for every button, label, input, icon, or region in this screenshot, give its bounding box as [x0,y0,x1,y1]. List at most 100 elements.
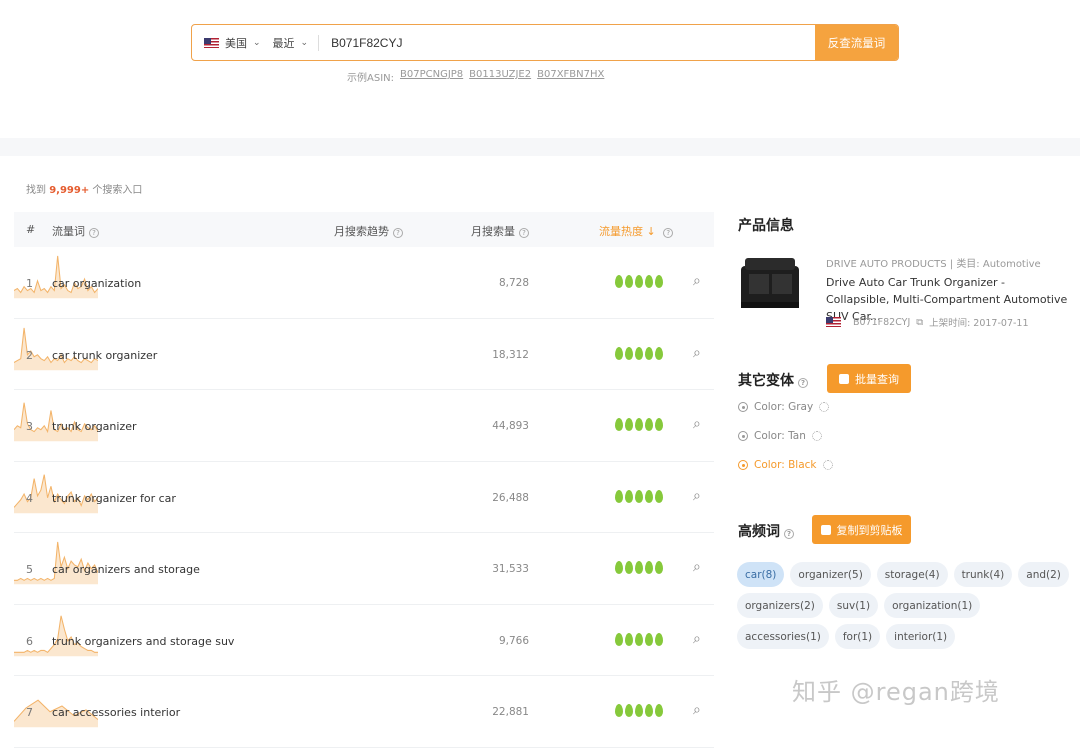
chevron-down-icon: ⌄ [253,37,261,48]
keyword-table: # 流量词? 月搜索趋势? 月搜索量? 流量热度 ↓ ? 1 car organ… [13,212,714,748]
hotword-tag[interactable]: organization(1) [884,593,981,618]
results-number: 9,999+ [49,185,90,196]
help-icon[interactable]: ? [89,228,99,238]
help-icon[interactable]: ? [784,529,794,539]
hotword-tag[interactable]: organizer(5) [790,562,871,587]
asin-input[interactable]: B071F82CYJ [319,36,815,50]
leaf-icon [615,346,623,360]
keyword[interactable]: car accessories interior [52,706,180,719]
hotword-tag[interactable]: storage(4) [876,562,948,587]
copy-icon [820,524,831,535]
example-asins: 示例ASIN: B07PCNGJP8 B0113UZJE2 B07XFBN7HX [347,69,604,84]
search-icon[interactable]: ⌕ [693,416,701,432]
keyword[interactable]: car organizers and storage [52,563,200,576]
search-icon[interactable]: ⌕ [693,345,701,361]
leaf-icon [615,632,623,646]
us-flag-icon [204,37,219,48]
reverse-search-button[interactable]: 反查流量词 [815,25,898,60]
keyword[interactable]: trunk organizer [52,420,137,433]
hotword-tag[interactable]: accessories(1) [737,624,829,649]
batch-query-label: 批量查询 [855,372,899,386]
country-select[interactable]: 美国 ⌄ [192,25,261,60]
variant-item[interactable]: Color: Black [738,459,833,471]
table-row[interactable]: 2 car trunk organizer 18,312 ⌕ [13,319,714,390]
table-row[interactable]: 5 car organizers and storage 31,533 ⌕ [14,533,714,605]
radio-icon [738,402,748,412]
col-trend[interactable]: 月搜索趋势? [334,223,403,239]
product-image[interactable] [737,252,803,314]
table-header: # 流量词? 月搜索趋势? 月搜索量? 流量热度 ↓ ? [14,212,714,247]
example-asin-link[interactable]: B0113UZJE2 [469,69,531,84]
variant-item[interactable]: Color: Gray [738,401,830,413]
search-icon[interactable]: ⌕ [693,488,701,504]
section-divider [0,138,1080,156]
search-icon[interactable]: ⌕ [693,702,701,718]
heat-rating [615,704,663,717]
product-meta: B071F82CYJ ⧉ 上架时间: 2017-07-11 [826,315,1029,329]
copy-to-clipboard-button[interactable]: 复制到剪贴板 [812,515,911,544]
hotword-tags: car(8) organizer(5) storage(4) trunk(4) and(… [737,562,1077,649]
trend-sparkline [13,474,99,513]
search-icon[interactable]: ⌕ [693,559,701,575]
col-volume[interactable]: 月搜索量? [471,223,529,239]
help-icon[interactable]: ? [519,228,529,238]
leaf-icon [625,275,633,288]
col-heat-label: 流量热度 [599,225,643,238]
trend-sparkline [13,402,99,442]
loading-icon [822,460,833,470]
hotword-tag[interactable]: interior(1) [886,624,956,649]
leaf-icon [625,418,633,431]
leaf-icon [645,346,653,360]
leaf-icon [615,561,623,574]
product-info-title: 产品信息 [738,218,794,234]
hotword-tag[interactable]: suv(1) [828,593,879,618]
search-icon[interactable]: ⌕ [693,273,701,289]
monthly-volume: 26,488 [492,491,529,504]
leaf-icon [635,275,643,288]
list-icon [839,373,849,384]
example-asin-link[interactable]: B07PCNGJP8 [400,69,463,84]
keyword[interactable]: trunk organizers and storage suv [52,635,234,648]
row-index: 6 [26,634,33,648]
leaf-icon [635,489,643,503]
hotword-tag[interactable]: for(1) [834,624,881,649]
batch-query-button[interactable]: 批量查询 [827,364,911,393]
col-keyword[interactable]: 流量词? [52,223,99,239]
leaf-icon [645,275,653,288]
leaf-icon [635,632,643,646]
example-asin-link[interactable]: B07XFBN7HX [537,69,604,84]
col-trend-label: 月搜索趋势 [334,225,389,238]
leaf-icon [645,489,653,503]
variant-label: Color: Black [754,459,817,471]
search-icon[interactable]: ⌕ [693,631,701,647]
col-heat[interactable]: 流量热度 ↓ ? [599,223,674,239]
keyword[interactable]: car trunk organizer [52,349,157,362]
table-row[interactable]: 3 trunk organizer 44,893 ⌕ [13,390,714,462]
trend-sparkline [14,541,99,585]
hotword-tag[interactable]: trunk(4) [953,562,1013,587]
hotword-tag[interactable]: car(8) [737,562,785,587]
product-brand: DRIVE AUTO PRODUCTS | 类目: Automotive [826,255,1041,270]
table-body: 1 car organization 8,728 ⌕ 2 car trunk o… [13,247,714,748]
hotword-tag[interactable]: organizers(2) [737,593,823,618]
variants-title: 其它变体? [738,370,808,390]
leaf-icon [615,418,623,431]
table-row[interactable]: 6 trunk organizers and storage suv 9,766… [14,605,714,676]
keyword[interactable]: trunk organizer for car [52,492,176,505]
hotword-tag[interactable]: and(2) [1018,562,1069,587]
period-select[interactable]: 最近 ⌄ [261,25,309,60]
chevron-down-icon: ⌄ [300,37,309,48]
help-icon[interactable]: ? [663,228,674,238]
monthly-volume: 8,728 [498,277,529,289]
help-icon[interactable]: ? [798,378,808,388]
listed-date: 上架时间: 2017-07-11 [929,318,1029,329]
table-row[interactable]: 4 trunk organizer for car 26,488 ⌕ [13,462,714,533]
help-icon[interactable]: ? [393,228,403,238]
external-link-icon[interactable]: ⧉ [916,317,923,328]
variant-label: Color: Tan [754,430,806,442]
table-row[interactable]: 1 car organization 8,728 ⌕ [13,247,714,319]
keyword[interactable]: car organization [52,277,141,290]
country-label: 美国 [225,36,247,50]
variant-item[interactable]: Color: Tan [738,430,822,442]
hotwords-title-label: 高频词 [738,524,780,540]
